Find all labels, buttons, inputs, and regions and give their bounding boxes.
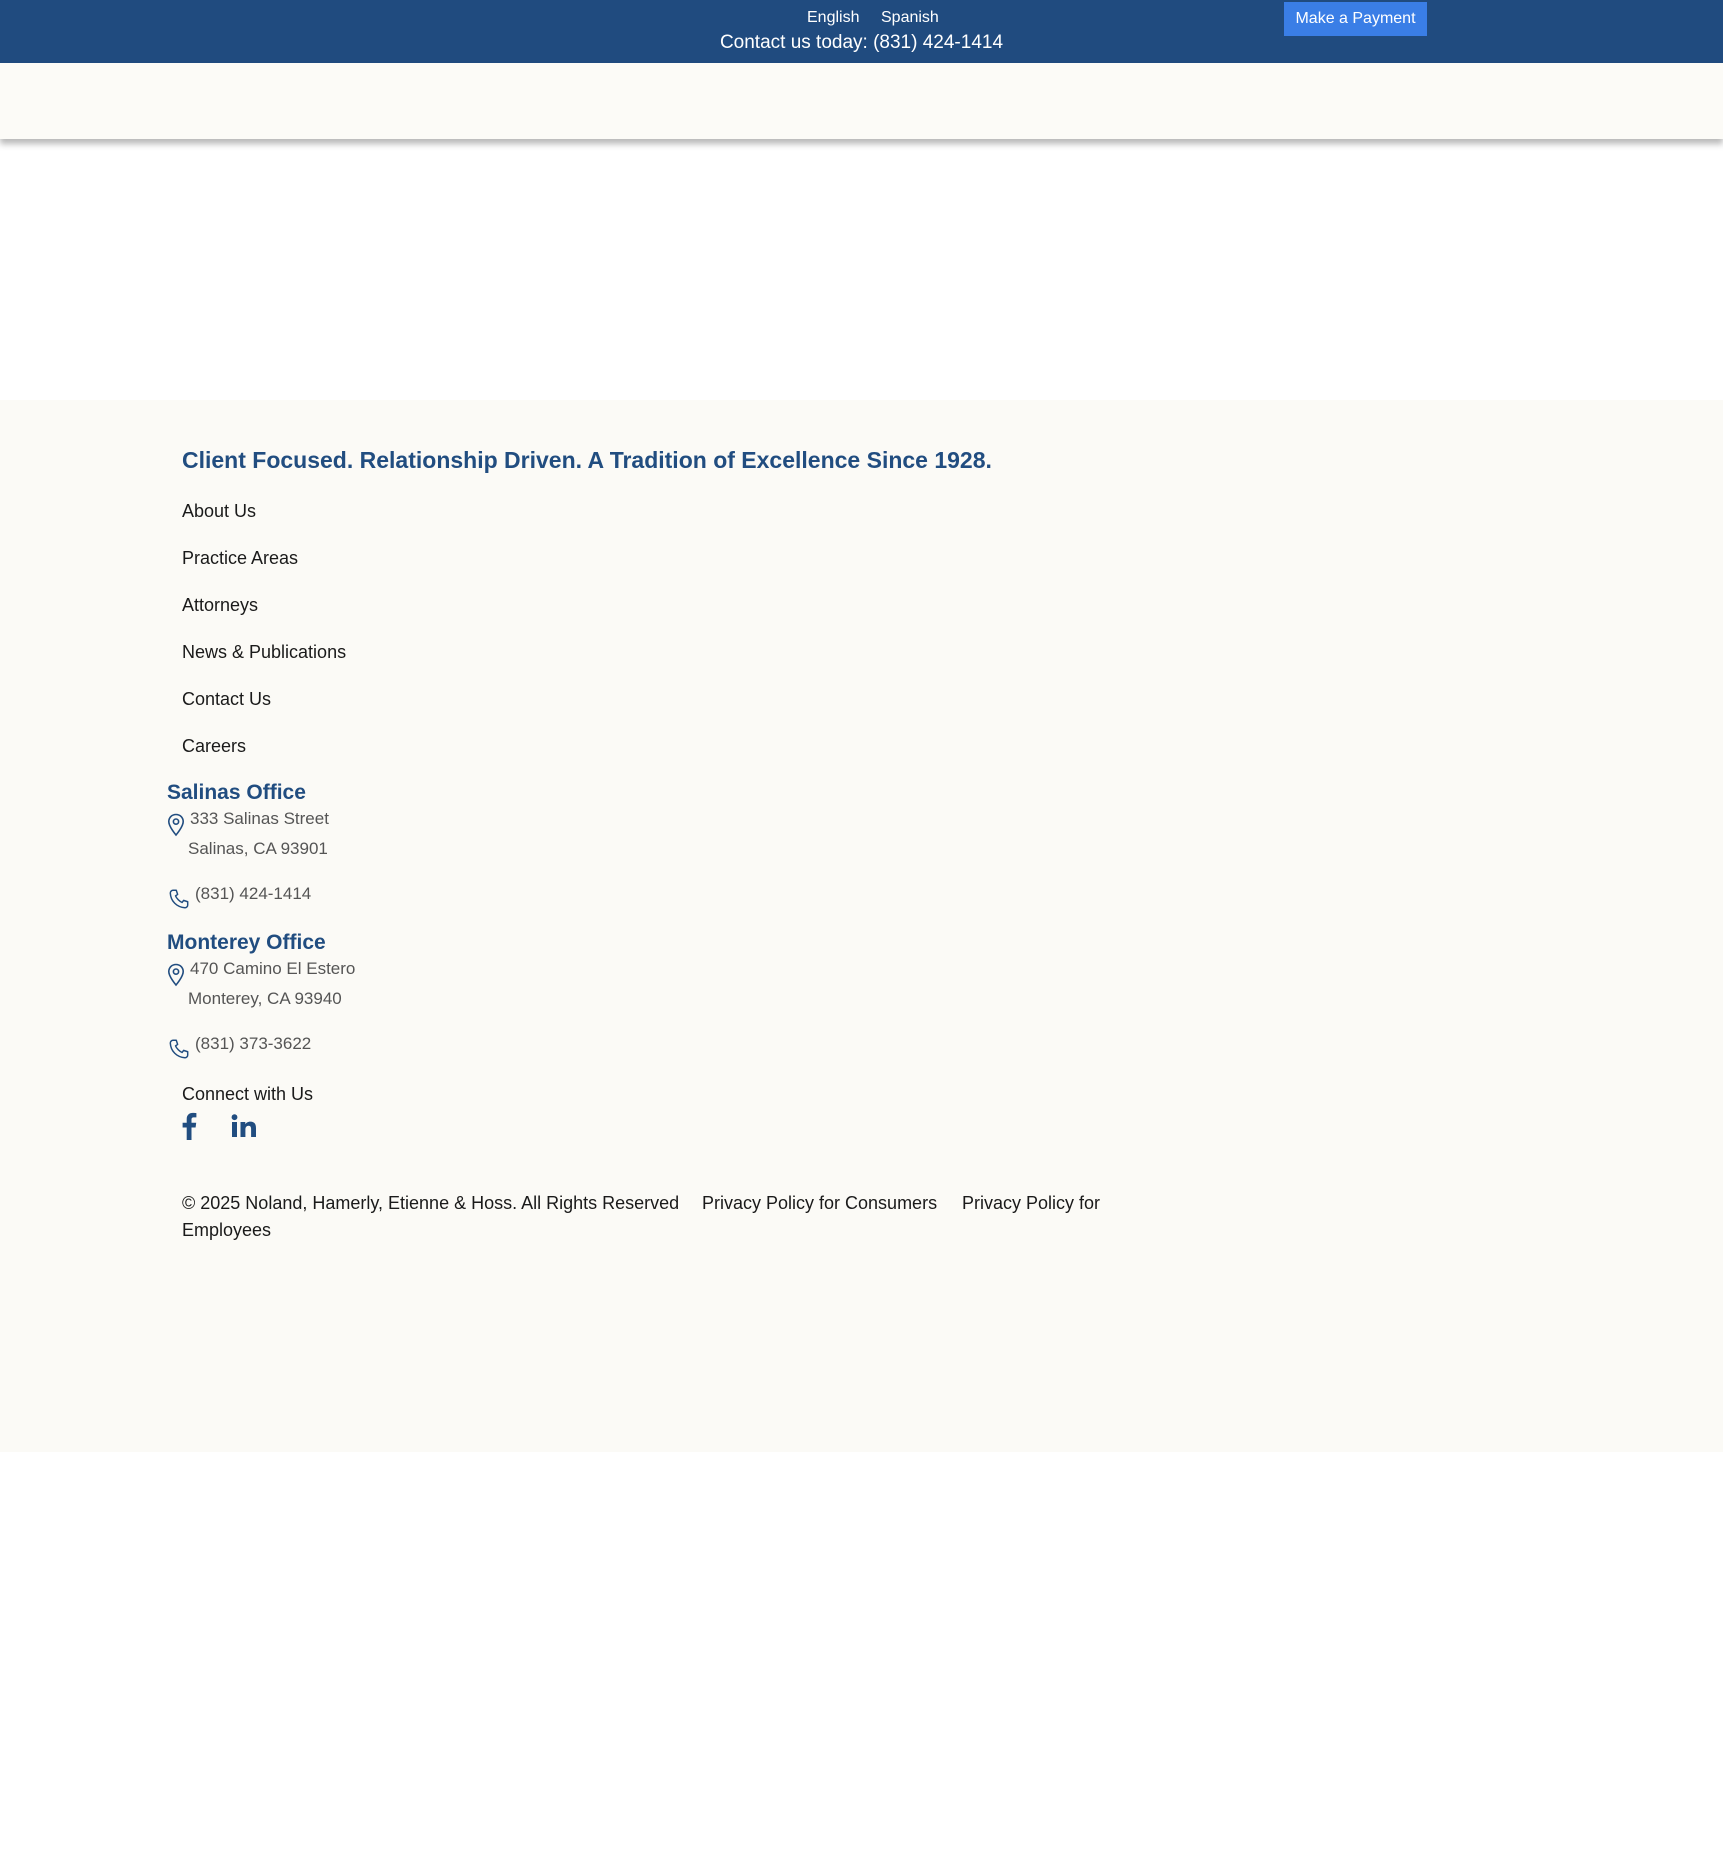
monterey-office-title: Monterey Office (167, 931, 326, 954)
linkedin-icon[interactable] (231, 1114, 257, 1138)
privacy-policy-consumers-link[interactable]: Privacy Policy for Consumers (702, 1193, 937, 1214)
monterey-address-line1: 470 Camino El Estero (190, 959, 356, 978)
privacy-policy-employees-link-continued[interactable]: Employees (182, 1220, 271, 1241)
footer-link-news-publications[interactable]: News & Publications (182, 642, 346, 663)
map-pin-icon (167, 963, 185, 987)
make-payment-button[interactable]: Make a Payment (1284, 2, 1427, 36)
footer-link-about-us[interactable]: About Us (182, 501, 256, 522)
salinas-address-line2: Salinas, CA 93901 (188, 839, 328, 858)
map-pin-icon (167, 813, 185, 837)
phone-icon (169, 889, 189, 909)
main-navbar (0, 63, 1723, 139)
footer-link-attorneys[interactable]: Attorneys (182, 595, 258, 616)
phone-icon (169, 1039, 189, 1059)
site-footer: Client Focused. Relationship Driven. A T… (0, 400, 1723, 1452)
privacy-policy-employees-link[interactable]: Privacy Policy for (962, 1193, 1100, 1214)
top-bar: English Spanish Contact us today: (831) … (0, 0, 1723, 63)
contact-phone-text[interactable]: Contact us today: (831) 424-1414 (0, 32, 1723, 54)
monterey-phone-link[interactable]: (831) 373-3622 (195, 1034, 311, 1054)
footer-tagline: Client Focused. Relationship Driven. A T… (182, 447, 992, 473)
salinas-office-title: Salinas Office (167, 781, 306, 804)
footer-link-contact-us[interactable]: Contact Us (182, 689, 271, 710)
salinas-phone-link[interactable]: (831) 424-1414 (195, 884, 311, 904)
facebook-icon[interactable] (180, 1112, 198, 1140)
copyright-text: © 2025 Noland, Hamerly, Etienne & Hoss. … (182, 1193, 680, 1213)
footer-link-careers[interactable]: Careers (182, 736, 246, 757)
footer-link-practice-areas[interactable]: Practice Areas (182, 548, 298, 569)
salinas-address-line1: 333 Salinas Street (190, 809, 329, 828)
monterey-address-line2: Monterey, CA 93940 (188, 989, 342, 1008)
language-english-link[interactable]: English (807, 9, 859, 27)
language-spanish-link[interactable]: Spanish (881, 9, 939, 27)
connect-with-us-label: Connect with Us (182, 1084, 314, 1104)
